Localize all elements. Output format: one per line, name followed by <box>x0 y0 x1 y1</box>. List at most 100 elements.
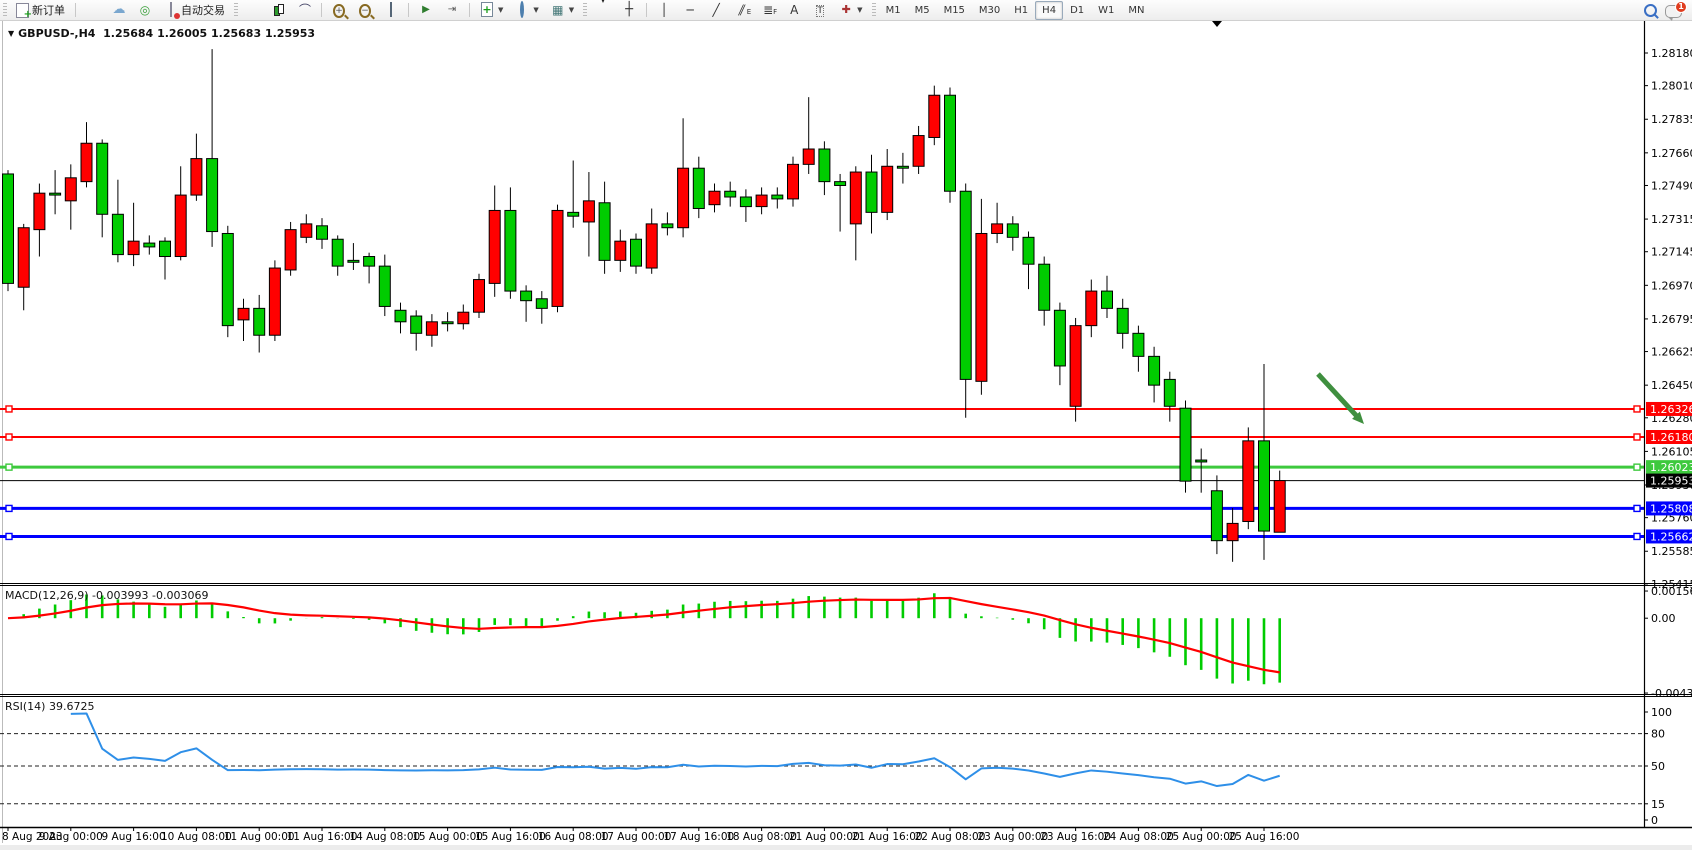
chat-bubble-icon[interactable]: 1 <box>1665 5 1682 18</box>
level-handle[interactable] <box>6 406 12 412</box>
candle-body <box>536 299 547 309</box>
candle-body <box>552 210 563 306</box>
horizontal-line-icon: ─ <box>683 3 697 17</box>
toolbar-separator <box>321 3 322 17</box>
fibonacci-button[interactable]: ≣F <box>755 0 781 20</box>
level-handle[interactable] <box>6 533 12 539</box>
toolbar-grip[interactable] <box>3 3 7 17</box>
candle-body <box>191 159 202 195</box>
timeframe-button-mn[interactable]: MN <box>1121 1 1151 20</box>
level-handle[interactable] <box>6 434 12 440</box>
tile-windows-button[interactable] <box>378 0 404 20</box>
text-button[interactable]: A <box>781 0 807 20</box>
timeframe-button-h4[interactable]: H4 <box>1035 1 1063 20</box>
line-chart-icon: ⌒ <box>297 3 311 17</box>
candle-body <box>269 268 280 335</box>
vertical-line-button[interactable]: │ <box>651 0 677 20</box>
text-label-button[interactable]: T <box>807 0 833 20</box>
time-axis-label: 10 Aug 08:00 <box>161 831 232 843</box>
level-handle[interactable] <box>6 505 12 511</box>
alerts-button[interactable] <box>80 0 106 20</box>
new-order-button[interactable]: + 新订单 <box>10 0 71 20</box>
level-handle[interactable] <box>1634 533 1640 539</box>
chart-title[interactable]: ▼GBPUSD-,H4 1.25684 1.26005 1.25683 1.25… <box>8 27 315 40</box>
time-axis-label: 21 Aug 00:00 <box>789 831 860 843</box>
level-handle[interactable] <box>1634 406 1640 412</box>
chart-canvas[interactable]: 1.281801.280101.278351.276601.274901.273… <box>0 0 1692 850</box>
level-handle[interactable] <box>6 464 12 470</box>
zoom-in-button[interactable]: + <box>326 0 352 20</box>
symbol-dropdown-icon[interactable]: ▼ <box>8 29 14 38</box>
cursor-button[interactable] <box>590 0 616 20</box>
time-axis-label: 11 Aug 00:00 <box>224 831 295 843</box>
indicators-button[interactable]: +▼ <box>474 0 509 20</box>
auto-trading-button[interactable]: 自动交易 <box>158 0 231 20</box>
templates-button[interactable]: ▦▼ <box>545 0 580 20</box>
level-handle[interactable] <box>1634 434 1640 440</box>
time-axis-label: 15 Aug 16:00 <box>475 831 546 843</box>
arrows-icon: ✚ <box>839 3 853 17</box>
candle-body <box>992 224 1003 234</box>
channel-button[interactable]: ∥E <box>729 0 755 20</box>
cloud-icon: ☁ <box>112 3 126 17</box>
candle-body <box>772 195 783 199</box>
level-handle[interactable] <box>1634 464 1640 470</box>
candle-body <box>662 224 673 228</box>
candle-body <box>521 291 532 301</box>
arrows-button[interactable]: ✚▼ <box>833 0 868 20</box>
toolbar-grip[interactable] <box>872 3 876 17</box>
candle-body <box>254 308 265 335</box>
timeframe-button-w1[interactable]: W1 <box>1091 1 1121 20</box>
candle-body <box>50 193 61 195</box>
price-badge-label: 1.25808 <box>1650 502 1692 515</box>
crosshair-button[interactable]: ┼ <box>616 0 642 20</box>
candle-body <box>1211 491 1222 541</box>
timeframe-button-m5[interactable]: M5 <box>908 1 937 20</box>
signal-button[interactable]: ◎ <box>132 0 158 20</box>
price-badge-label: 1.25662 <box>1650 530 1692 543</box>
price-axis-tick: 1.26105 <box>1651 445 1692 458</box>
timeframe-button-m15[interactable]: M15 <box>937 1 972 20</box>
line-chart-button[interactable]: ⌒ <box>291 0 317 20</box>
candle-body <box>945 95 956 191</box>
candle-body <box>725 191 736 197</box>
templates-icon: ▦ <box>551 3 565 17</box>
time-axis-label: 9 Aug 00:00 <box>39 831 103 843</box>
horizontal-line-button[interactable]: ─ <box>677 0 703 20</box>
level-handle[interactable] <box>1634 505 1640 511</box>
search-icon[interactable] <box>1644 4 1657 17</box>
chart-shift-button[interactable]: ⇥ <box>439 0 465 20</box>
timeframe-button-m30[interactable]: M30 <box>972 1 1007 20</box>
timeframe-group: M1M5M15M30H1H4D1W1MN <box>879 1 1152 20</box>
auto-scroll-button[interactable]: ▶ <box>413 0 439 20</box>
time-axis-label: 23 Aug 00:00 <box>977 831 1048 843</box>
candle-body <box>474 280 485 313</box>
candle-body <box>1070 326 1081 407</box>
time-axis-label: 25 Aug 16:00 <box>1229 831 1300 843</box>
bar-chart-button[interactable] <box>241 0 267 20</box>
timeframe-button-h1[interactable]: H1 <box>1007 1 1035 20</box>
zoom-out-button[interactable]: − <box>352 0 378 20</box>
trendline-icon: ╱ <box>709 3 723 17</box>
price-axis-tick: 1.27145 <box>1651 246 1692 259</box>
price-badge-label: 1.25953 <box>1650 475 1692 488</box>
candle-body <box>1117 308 1128 333</box>
candlestick-button[interactable] <box>267 0 291 20</box>
timeframe-button-d1[interactable]: D1 <box>1063 1 1091 20</box>
candle-body <box>112 214 123 254</box>
candle-body <box>1039 264 1050 310</box>
candle-body <box>160 241 171 256</box>
toolbar-grip[interactable] <box>583 3 587 17</box>
tile-windows-icon <box>390 2 392 17</box>
candle-body <box>1259 441 1270 531</box>
time-axis-label: 9 Aug 16:00 <box>102 831 166 843</box>
timeframe-button-m1[interactable]: M1 <box>879 1 908 20</box>
price-axis-tick: 1.27315 <box>1651 213 1692 226</box>
trendline-button[interactable]: ╱ <box>703 0 729 20</box>
cloud-button[interactable]: ☁ <box>106 0 132 20</box>
candle-body <box>646 224 657 268</box>
macd-header: MACD(12,26,9) -0.003993 -0.003069 <box>5 589 208 602</box>
periods-button[interactable]: ▼ <box>509 0 544 20</box>
toolbar-grip[interactable] <box>234 3 238 17</box>
ohlc-high: 1.26005 <box>157 27 207 40</box>
